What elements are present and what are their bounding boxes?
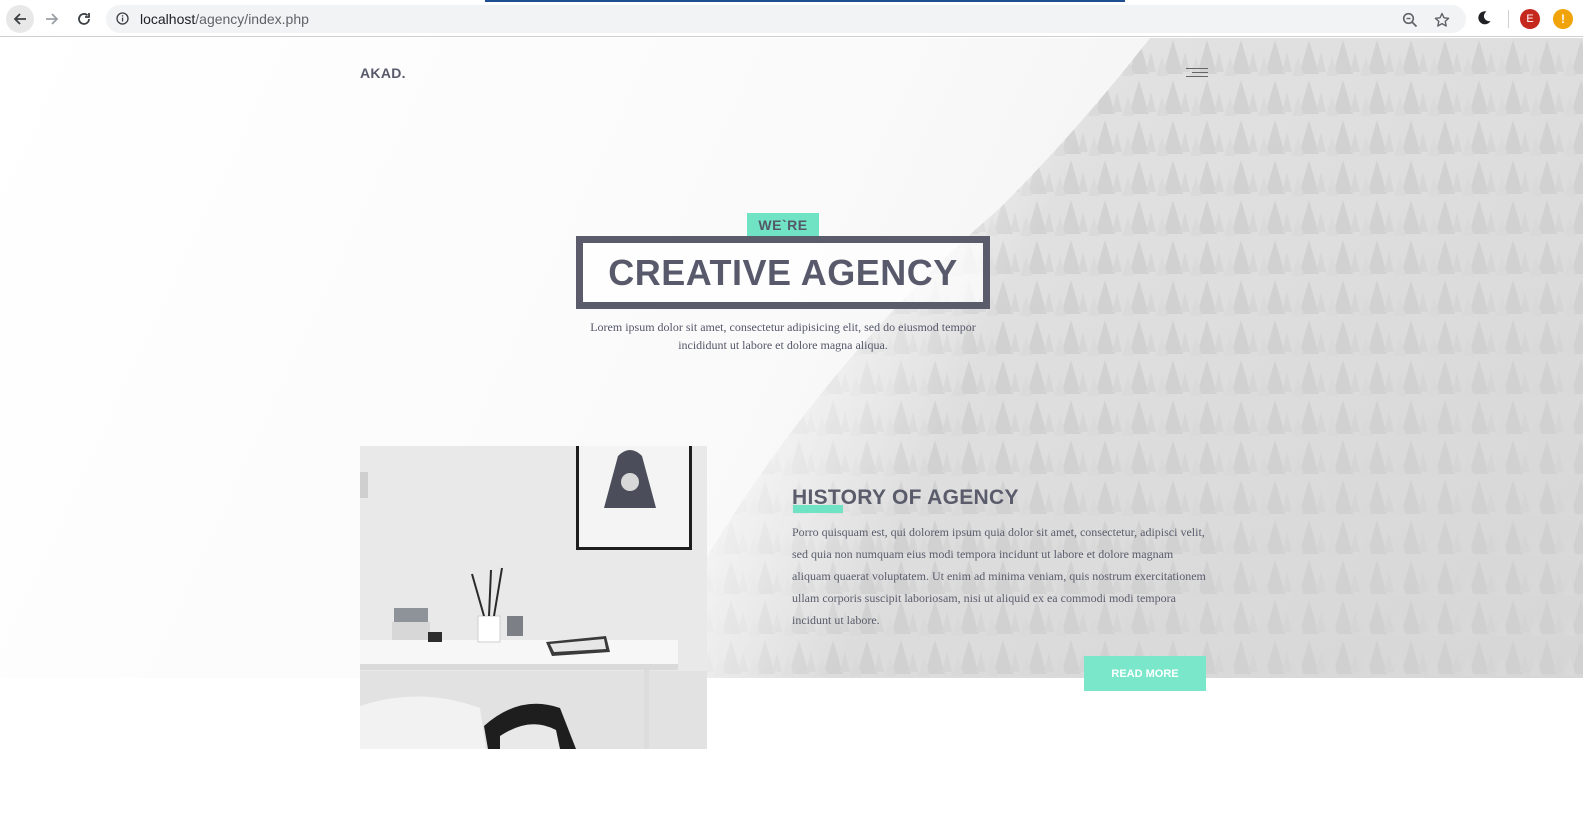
moon-icon[interactable]: [1476, 10, 1492, 26]
reload-button[interactable]: [70, 5, 98, 33]
hero-title: CREATIVE AGENCY: [608, 252, 958, 293]
extension-icon[interactable]: !: [1553, 9, 1573, 29]
menu-line: [1186, 68, 1208, 69]
hero-title-frame: CREATIVE AGENCY: [576, 236, 990, 309]
hero-description: Lorem ipsum dolor sit amet, consectetur …: [590, 320, 976, 352]
url-text[interactable]: localhost/agency/index.php: [140, 11, 309, 27]
tab-strip-edge: [485, 0, 1125, 2]
menu-line: [1192, 72, 1208, 73]
back-icon: [13, 13, 26, 25]
forward-button[interactable]: [38, 5, 66, 33]
browser-toolbar: localhost/agency/index.php E !: [0, 0, 1583, 37]
reload-icon: [78, 13, 90, 25]
profile-avatar[interactable]: E: [1520, 9, 1540, 29]
menu-button[interactable]: [1184, 68, 1208, 82]
star-icon[interactable]: [1434, 12, 1450, 28]
site-logo[interactable]: AKAD.: [360, 65, 406, 81]
zoom-icon[interactable]: [1402, 12, 1418, 28]
back-button[interactable]: [6, 5, 34, 33]
url-host: localhost: [140, 11, 196, 27]
history-text: Porro quisquam est, qui dolorem ipsum qu…: [792, 525, 1206, 627]
read-more-button[interactable]: READ MORE: [1084, 656, 1206, 691]
hero-badge: WE`RE: [747, 213, 819, 236]
menu-line: [1186, 76, 1208, 77]
toolbar-separator: [1508, 10, 1509, 28]
forward-icon: [46, 13, 59, 25]
office-desk-image: [360, 446, 707, 749]
address-bar[interactable]: localhost/agency/index.php: [106, 5, 1466, 33]
url-path: /agency/index.php: [195, 11, 309, 27]
info-icon[interactable]: [116, 12, 129, 25]
history-title: HISTORY OF AGENCY: [792, 486, 1019, 509]
